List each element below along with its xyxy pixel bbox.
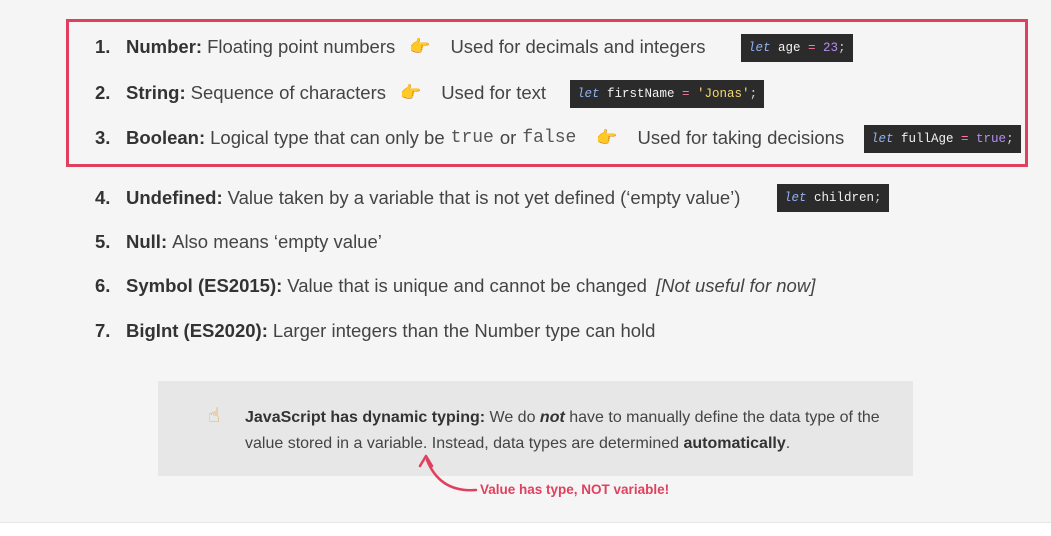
type-name: Undefined: <box>126 187 223 208</box>
type-description: Sequence of characters <box>190 82 387 103</box>
slide: 1. Number: Floating point numbers 👉 Used… <box>0 0 1051 536</box>
type-description: Logical type that can only be <box>210 127 445 148</box>
code-snippet-undefined: let children; <box>777 184 889 212</box>
pointing-right-hand-icon: 👉 <box>400 83 422 102</box>
bottom-strip <box>0 522 1051 536</box>
pointing-right-hand-icon: 👉 <box>596 128 618 147</box>
list-item-null: 5. Null: Also means ‘empty value’ <box>95 227 382 257</box>
list-item-number: 1. Number: Floating point numbers 👉 Used… <box>95 32 705 62</box>
type-description: Also means ‘empty value’ <box>172 231 382 252</box>
item-number: 5. <box>95 231 111 252</box>
type-usage: Used for decimals and integers <box>450 36 706 57</box>
type-name: Null: <box>126 231 168 252</box>
note-text: JavaScript has dynamic typing: We do not… <box>245 409 880 452</box>
code-snippet-number: let age = 23; <box>741 34 853 62</box>
item-number: 3. <box>95 127 111 148</box>
list-item-string: 2. String: Sequence of characters 👉 Used… <box>95 78 546 108</box>
code-snippet-string: let firstName = 'Jonas'; <box>570 80 765 108</box>
pointing-up-hand-icon: ☝ <box>208 405 221 427</box>
list-item-symbol: 6. Symbol (ES2015): Value that is unique… <box>95 271 815 301</box>
type-usage: Used for taking decisions <box>637 127 845 148</box>
type-name: Symbol (ES2015): <box>126 275 283 296</box>
item-number: 1. <box>95 36 111 57</box>
callout-text: Value has type, NOT variable! <box>480 482 670 497</box>
pointing-right-hand-icon: 👉 <box>409 37 431 56</box>
list-item-bigint: 7. BigInt (ES2020): Larger integers than… <box>95 316 655 346</box>
item-number: 4. <box>95 187 111 208</box>
curved-arrow-icon <box>418 454 478 492</box>
code-snippet-boolean: let fullAge = true; <box>864 125 1021 153</box>
list-item-boolean: 3. Boolean: Logical type that can only b… <box>95 123 844 153</box>
aside-note: [Not useful for now] <box>655 275 816 296</box>
type-description: Larger integers than the Number type can… <box>272 320 656 341</box>
type-description: Value that is unique and cannot be chang… <box>287 275 647 296</box>
item-number: 7. <box>95 320 111 341</box>
type-description: Value taken by a variable that is not ye… <box>227 187 741 208</box>
type-usage: Used for text <box>441 82 547 103</box>
true-literal: true <box>450 128 494 148</box>
item-number: 6. <box>95 275 111 296</box>
type-name: Number: <box>126 36 203 57</box>
type-name: String: <box>126 82 186 103</box>
type-name: Boolean: <box>126 127 206 148</box>
type-description: Floating point numbers <box>207 36 396 57</box>
false-literal: false <box>522 128 577 148</box>
item-number: 2. <box>95 82 111 103</box>
list-item-undefined: 4. Undefined: Value taken by a variable … <box>95 183 740 213</box>
or-word: or <box>499 127 517 148</box>
type-name: BigInt (ES2020): <box>126 320 268 341</box>
